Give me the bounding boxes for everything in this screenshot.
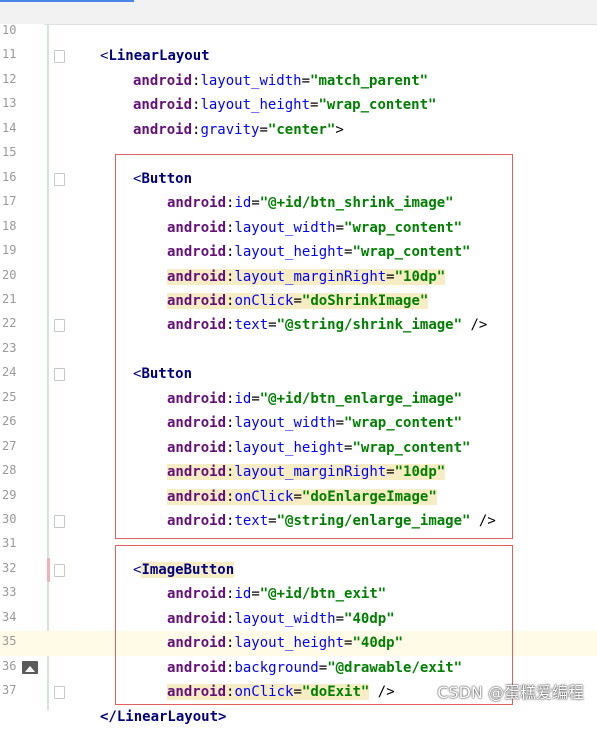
code-line[interactable]: 13 android:layout_height="wrap_content" xyxy=(0,93,597,118)
code-text: android:layout_width="match_parent" xyxy=(133,71,428,91)
line-number: 20 xyxy=(2,267,17,282)
code-token: "wrap_content" xyxy=(318,97,437,114)
line-number: 30 xyxy=(2,512,17,526)
line-number: 19 xyxy=(2,243,17,258)
code-line[interactable]: 14 android:gravity="center"> xyxy=(0,118,597,143)
line-number: 16 xyxy=(2,169,17,184)
line-number: 21 xyxy=(2,291,17,306)
line-number: 34 xyxy=(2,609,17,624)
line-number: 32 xyxy=(2,560,17,575)
line-number: 28 xyxy=(2,463,17,478)
line-number: 22 xyxy=(2,316,17,331)
line-number: 18 xyxy=(2,218,17,233)
code-token: gravity xyxy=(200,121,260,138)
code-token: layout_height xyxy=(200,97,311,114)
fold-toggle-icon[interactable] xyxy=(54,50,65,64)
code-text: <LinearLayout xyxy=(100,46,210,66)
code-token: android xyxy=(133,72,193,89)
code-token: "match_parent" xyxy=(310,72,429,89)
line-number: 27 xyxy=(2,438,17,453)
code-token: = xyxy=(301,72,311,89)
fold-toggle-icon[interactable] xyxy=(54,515,65,528)
line-number: 11 xyxy=(2,47,17,62)
code-token: = xyxy=(259,121,268,138)
fold-toggle-icon[interactable] xyxy=(54,686,65,700)
line-number: 10 xyxy=(2,23,17,37)
line-number: 14 xyxy=(2,120,17,135)
line-number: 25 xyxy=(2,389,17,404)
line-number: 13 xyxy=(2,96,17,111)
active-tab-indicator xyxy=(0,0,134,2)
fold-toggle-icon[interactable] xyxy=(54,563,65,577)
code-text: android:layout_height="wrap_content" xyxy=(133,95,436,115)
code-token: layout_width xyxy=(200,72,302,89)
code-text: android:gravity="center"> xyxy=(133,120,344,140)
line-number: 29 xyxy=(2,487,17,502)
fold-toggle-icon[interactable] xyxy=(54,319,65,333)
line-number: 36 xyxy=(2,658,17,673)
line-number: 15 xyxy=(2,145,17,160)
line-number: 17 xyxy=(2,194,17,209)
line-number: 37 xyxy=(2,683,17,698)
code-line-partial: </LinearLayout> xyxy=(0,705,597,729)
line-number: 12 xyxy=(2,71,17,86)
code-token: android xyxy=(133,97,193,114)
image-resource-icon[interactable] xyxy=(22,660,38,674)
code-token: LinearLayout xyxy=(108,48,210,65)
watermark-text: CSDN @蛋糕爱编程 xyxy=(437,683,584,702)
fold-toggle-icon[interactable] xyxy=(54,172,65,186)
code-line[interactable]: 12 android:layout_width="match_parent" xyxy=(0,69,597,94)
code-token: > xyxy=(335,121,344,138)
code-line[interactable]: 11 <LinearLayout xyxy=(0,44,597,69)
line-number: 31 xyxy=(2,536,17,551)
modified-line-marker xyxy=(47,557,50,582)
code-line[interactable]: 10 xyxy=(0,20,597,45)
highlight-box-buttons xyxy=(115,154,513,539)
line-number: 23 xyxy=(2,340,17,355)
fold-toggle-icon[interactable] xyxy=(54,368,65,382)
line-number: 35 xyxy=(2,634,17,649)
code-token: "center" xyxy=(267,121,336,138)
code-token: android xyxy=(133,121,193,138)
line-number: 33 xyxy=(2,585,17,600)
line-number: 26 xyxy=(2,414,17,429)
line-number: 24 xyxy=(2,365,17,380)
